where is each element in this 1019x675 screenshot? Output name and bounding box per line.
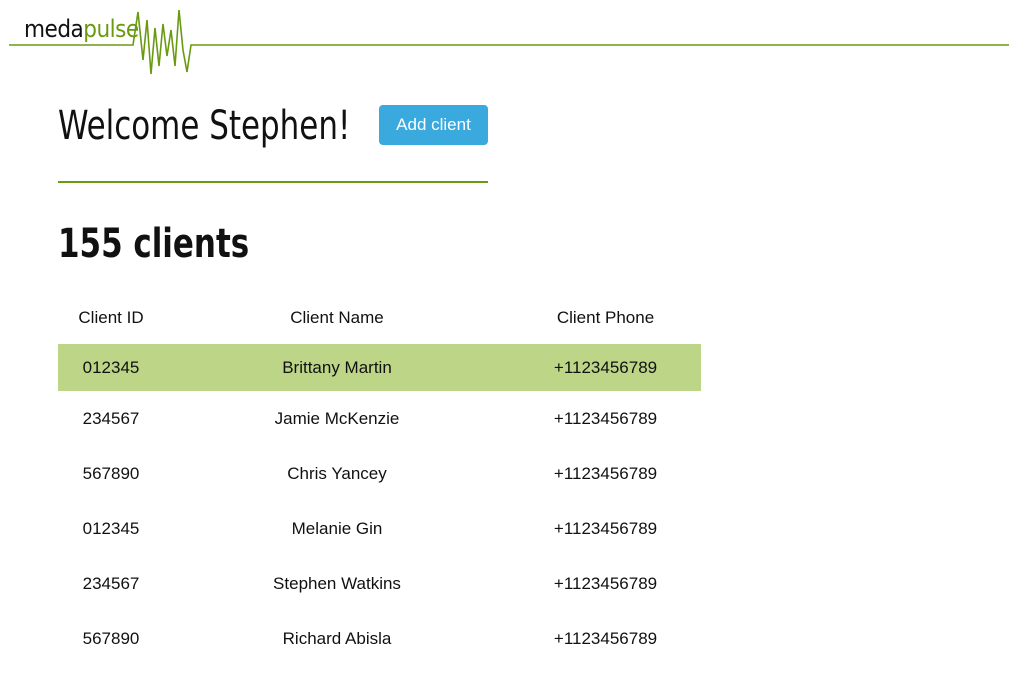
table-row[interactable]: 012345 Melanie Gin +1123456789 bbox=[58, 501, 701, 556]
cell-client-name: Chris Yancey bbox=[287, 463, 387, 483]
cell-client-id: 012345 bbox=[82, 518, 140, 538]
cell-client-id: 567890 bbox=[82, 628, 140, 648]
cell-client-name: Jamie McKenzie bbox=[274, 408, 400, 428]
cell-client-id: 012345 bbox=[58, 344, 164, 391]
cell-client-id: 234567 bbox=[82, 573, 140, 593]
table-row-selected[interactable]: 012345 Brittany Martin +1123456789 bbox=[58, 344, 701, 391]
table-row[interactable]: 234567 Jamie McKenzie +1123456789 bbox=[58, 391, 701, 446]
column-header-client-phone[interactable]: Client Phone bbox=[510, 296, 701, 340]
add-client-button[interactable]: Add client bbox=[379, 105, 488, 145]
cell-client-name: Richard Abisla bbox=[282, 628, 392, 648]
column-header-client-id[interactable]: Client ID bbox=[58, 296, 164, 340]
client-count-heading: 155 clients bbox=[58, 221, 250, 267]
cell-client-phone: +1123456789 bbox=[510, 344, 701, 391]
cell-client-phone: +1123456789 bbox=[553, 463, 658, 483]
table-header-row: Client ID Client Name Client Phone bbox=[58, 296, 701, 340]
brand-name-part2: pulse bbox=[83, 15, 139, 43]
cell-client-phone: +1123456789 bbox=[553, 408, 658, 428]
cell-client-id: 567890 bbox=[82, 463, 140, 483]
cell-client-phone: +1123456789 bbox=[553, 518, 658, 538]
table-row[interactable]: 567890 Richard Abisla +1123456789 bbox=[58, 611, 701, 666]
brand-logo[interactable]: medapulse bbox=[24, 14, 139, 44]
clients-table: Client ID Client Name Client Phone 01234… bbox=[58, 296, 701, 666]
section-divider bbox=[58, 181, 488, 183]
cell-client-id: 234567 bbox=[82, 408, 140, 428]
column-header-client-name[interactable]: Client Name bbox=[164, 296, 510, 340]
app-header: medapulse bbox=[0, 0, 1019, 80]
cell-client-phone: +1123456789 bbox=[553, 573, 658, 593]
cell-client-name: Brittany Martin bbox=[164, 344, 510, 391]
welcome-heading: Welcome Stephen! bbox=[58, 103, 351, 149]
cell-client-phone: +1123456789 bbox=[553, 628, 658, 648]
table-row[interactable]: 234567 Stephen Watkins +1123456789 bbox=[58, 556, 701, 611]
cell-client-name: Stephen Watkins bbox=[273, 573, 401, 593]
brand-name-part1: meda bbox=[24, 15, 84, 43]
pulse-line-logo-graphic bbox=[9, 9, 1009, 75]
table-row[interactable]: 567890 Chris Yancey +1123456789 bbox=[58, 446, 701, 501]
cell-client-name: Melanie Gin bbox=[291, 518, 383, 538]
